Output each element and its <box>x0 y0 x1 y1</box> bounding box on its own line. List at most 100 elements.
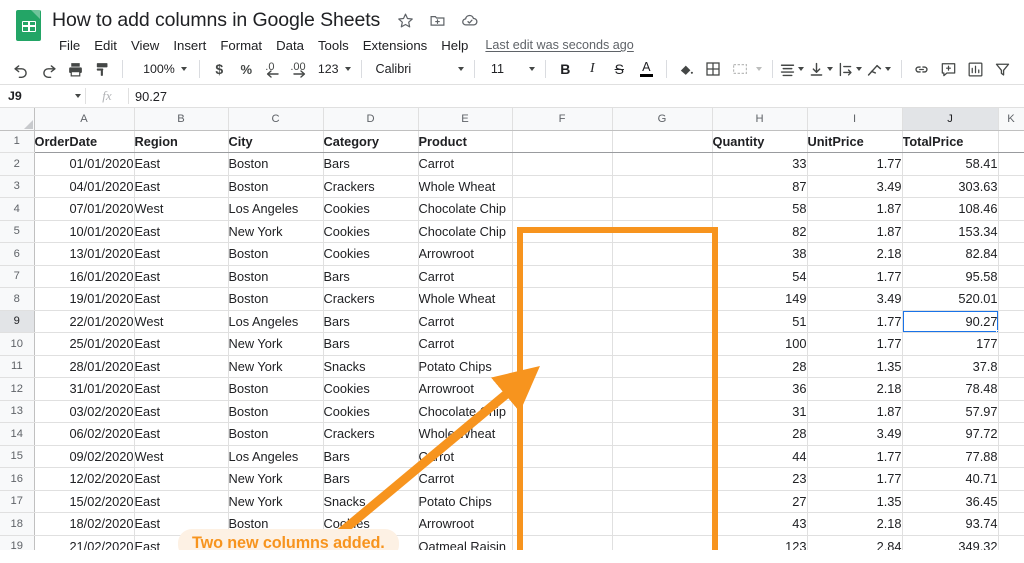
cell-k15[interactable] <box>998 445 1024 468</box>
cell-j9[interactable]: 90.27 <box>902 310 999 333</box>
cell-f16[interactable] <box>512 467 613 491</box>
cell-k2[interactable] <box>998 152 1024 176</box>
cell-i5[interactable]: 1.87 <box>807 220 903 243</box>
cell-d3[interactable]: Crackers <box>323 175 419 198</box>
cell-h14[interactable]: 28 <box>712 422 808 446</box>
cell-h8[interactable]: 149 <box>712 287 808 311</box>
cell-d4[interactable]: Cookies <box>323 197 419 221</box>
column-header-g[interactable]: G <box>612 108 713 131</box>
cell-i3[interactable]: 3.49 <box>807 175 903 198</box>
cell-i15[interactable]: 1.77 <box>807 445 903 468</box>
cell-h18[interactable]: 43 <box>712 512 808 536</box>
cell-c2[interactable]: Boston <box>228 152 324 176</box>
row-header-4[interactable]: 4 <box>0 197 35 221</box>
cell-e8[interactable]: Whole Wheat <box>418 287 513 311</box>
column-header-h[interactable]: H <box>712 108 808 131</box>
undo-icon[interactable] <box>8 56 35 82</box>
cell-a9[interactable]: 22/01/2020 <box>34 310 135 333</box>
menu-tools[interactable]: Tools <box>311 35 356 56</box>
font-size-selector[interactable]: 11 <box>481 62 539 76</box>
cell-k16[interactable] <box>998 467 1024 491</box>
cell-b14[interactable]: East <box>134 422 229 446</box>
redo-icon[interactable] <box>35 56 62 82</box>
cell-j12[interactable]: 78.48 <box>902 377 999 401</box>
cell-e3[interactable]: Whole Wheat <box>418 175 513 198</box>
cell-g12[interactable] <box>612 377 713 401</box>
cell-j19[interactable]: 349.32 <box>902 535 999 550</box>
cell-h9[interactable]: 51 <box>712 310 808 333</box>
cell-a11[interactable]: 28/01/2020 <box>34 355 135 378</box>
cell-e7[interactable]: Carrot <box>418 265 513 288</box>
row-header-9[interactable]: 9 <box>0 310 35 333</box>
cell-b10[interactable]: East <box>134 332 229 356</box>
cell-h12[interactable]: 36 <box>712 377 808 401</box>
cell-d15[interactable]: Bars <box>323 445 419 468</box>
cell-i2[interactable]: 1.77 <box>807 152 903 176</box>
cell-d12[interactable]: Cookies <box>323 377 419 401</box>
cell-d9[interactable]: Bars <box>323 310 419 333</box>
column-header-c[interactable]: C <box>228 108 324 131</box>
cell-f13[interactable] <box>512 400 613 423</box>
cell-c17[interactable]: New York <box>228 490 324 513</box>
cell-c1[interactable]: City <box>228 130 324 153</box>
cell-g15[interactable] <box>612 445 713 468</box>
cell-a13[interactable]: 03/02/2020 <box>34 400 135 423</box>
cell-f8[interactable] <box>512 287 613 311</box>
italic-button[interactable]: I <box>579 56 606 82</box>
cell-j6[interactable]: 82.84 <box>902 242 999 266</box>
cell-c7[interactable]: Boston <box>228 265 324 288</box>
cell-e12[interactable]: Arrowroot <box>418 377 513 401</box>
cell-e16[interactable]: Carrot <box>418 467 513 491</box>
cell-b8[interactable]: East <box>134 287 229 311</box>
row-header-5[interactable]: 5 <box>0 220 35 243</box>
page-title[interactable]: How to add columns in Google Sheets <box>52 9 380 32</box>
horizontal-align-icon[interactable] <box>779 56 808 82</box>
cell-d8[interactable]: Crackers <box>323 287 419 311</box>
column-header-i[interactable]: I <box>807 108 903 131</box>
cell-k12[interactable] <box>998 377 1024 401</box>
cell-h10[interactable]: 100 <box>712 332 808 356</box>
row-header-16[interactable]: 16 <box>0 467 35 491</box>
column-header-k[interactable]: K <box>998 108 1024 131</box>
cell-k18[interactable] <box>998 512 1024 536</box>
column-header-b[interactable]: B <box>134 108 229 131</box>
cell-c14[interactable]: Boston <box>228 422 324 446</box>
cell-b5[interactable]: East <box>134 220 229 243</box>
cell-b9[interactable]: West <box>134 310 229 333</box>
menu-view[interactable]: View <box>124 35 166 56</box>
decrease-decimal-button[interactable]: .0 <box>260 56 287 82</box>
cell-g3[interactable] <box>612 175 713 198</box>
bold-button[interactable]: B <box>552 56 579 82</box>
cell-k17[interactable] <box>998 490 1024 513</box>
cell-a1[interactable]: OrderDate <box>34 130 135 153</box>
cell-a12[interactable]: 31/01/2020 <box>34 377 135 401</box>
cell-b16[interactable]: East <box>134 467 229 491</box>
cell-g16[interactable] <box>612 467 713 491</box>
cell-f1[interactable] <box>512 130 613 153</box>
column-header-f[interactable]: F <box>512 108 613 131</box>
vertical-align-icon[interactable] <box>808 56 837 82</box>
cell-e19[interactable]: Oatmeal Raisin <box>418 535 513 550</box>
cell-c5[interactable]: New York <box>228 220 324 243</box>
cell-c9[interactable]: Los Angeles <box>228 310 324 333</box>
cell-j11[interactable]: 37.8 <box>902 355 999 378</box>
cell-e18[interactable]: Arrowroot <box>418 512 513 536</box>
cell-e11[interactable]: Potato Chips <box>418 355 513 378</box>
cell-e14[interactable]: Whole Wheat <box>418 422 513 446</box>
cell-i6[interactable]: 2.18 <box>807 242 903 266</box>
cell-f9[interactable] <box>512 310 613 333</box>
cell-h16[interactable]: 23 <box>712 467 808 491</box>
cell-b7[interactable]: East <box>134 265 229 288</box>
currency-format-button[interactable]: $ <box>206 56 233 82</box>
cell-d13[interactable]: Cookies <box>323 400 419 423</box>
font-family-selector[interactable]: Calibri <box>368 62 468 76</box>
cell-c4[interactable]: Los Angeles <box>228 197 324 221</box>
cell-d14[interactable]: Crackers <box>323 422 419 446</box>
cell-e6[interactable]: Arrowroot <box>418 242 513 266</box>
cell-f14[interactable] <box>512 422 613 446</box>
cell-j3[interactable]: 303.63 <box>902 175 999 198</box>
cell-c8[interactable]: Boston <box>228 287 324 311</box>
cell-g17[interactable] <box>612 490 713 513</box>
cell-b2[interactable]: East <box>134 152 229 176</box>
cell-g4[interactable] <box>612 197 713 221</box>
